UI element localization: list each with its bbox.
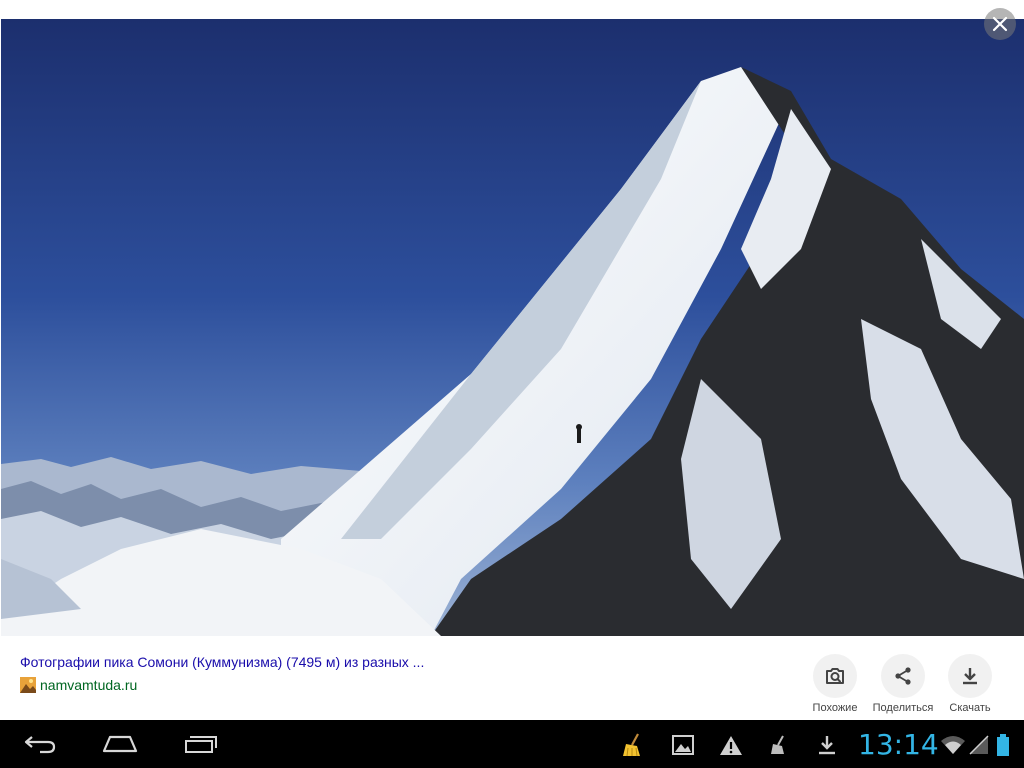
mountain-photo-graphic [1,19,1024,636]
wifi-icon-graphic [941,736,965,754]
similar-images-circle [813,654,857,698]
recent-apps-icon [185,736,217,753]
download-button[interactable]: Скачать [935,654,1005,714]
signal-icon [966,732,992,758]
signal-icon-graphic [969,735,989,755]
download-label: Скачать [949,702,991,714]
similar-images-label: Похожие [812,702,858,714]
close-button[interactable] [984,8,1016,40]
home-icon [102,735,138,753]
cleaner-icon[interactable] [766,732,792,758]
download-icon [963,668,977,685]
share-icon [895,667,911,685]
close-icon [992,16,1008,32]
system-navigation-bar: 13:14 [0,720,1024,768]
wifi-icon [940,732,966,758]
status-clock: 13:14 [858,728,939,761]
recent-apps-button[interactable] [177,728,225,760]
back-icon [24,736,56,754]
image-info-bar: Фотографии пика Сомони (Куммунизма) (749… [0,636,1024,720]
share-circle [881,654,925,698]
share-button[interactable]: Поделиться [868,654,938,714]
back-button[interactable] [16,728,64,760]
cleaner-icon-graphic [771,735,784,754]
image-icon-graphic [672,735,694,755]
broom-icon[interactable] [620,732,646,758]
source-link[interactable]: namvamtuda.ru [20,677,137,693]
image-title-link[interactable]: Фотографии пика Сомони (Куммунизма) (749… [20,654,424,670]
warning-icon-graphic [720,736,742,755]
mountain-photo[interactable] [1,19,1024,636]
battery-icon-graphic [997,734,1009,756]
download-status-icon[interactable] [814,732,840,758]
broom-icon-graphic [623,733,640,757]
source-domain: namvamtuda.ru [40,677,138,693]
image-viewer: Фотографии пика Сомони (Куммунизма) (749… [0,0,1024,720]
battery-icon [990,732,1016,758]
share-label: Поделиться [872,702,934,714]
similar-images-button[interactable]: Похожие [800,654,870,714]
download-status-icon-graphic [819,736,835,755]
download-circle [948,654,992,698]
home-button[interactable] [96,728,144,760]
warning-icon[interactable] [718,732,744,758]
camera-search-icon [826,668,844,684]
image-icon[interactable] [670,732,696,758]
site-favicon-icon [20,677,36,693]
